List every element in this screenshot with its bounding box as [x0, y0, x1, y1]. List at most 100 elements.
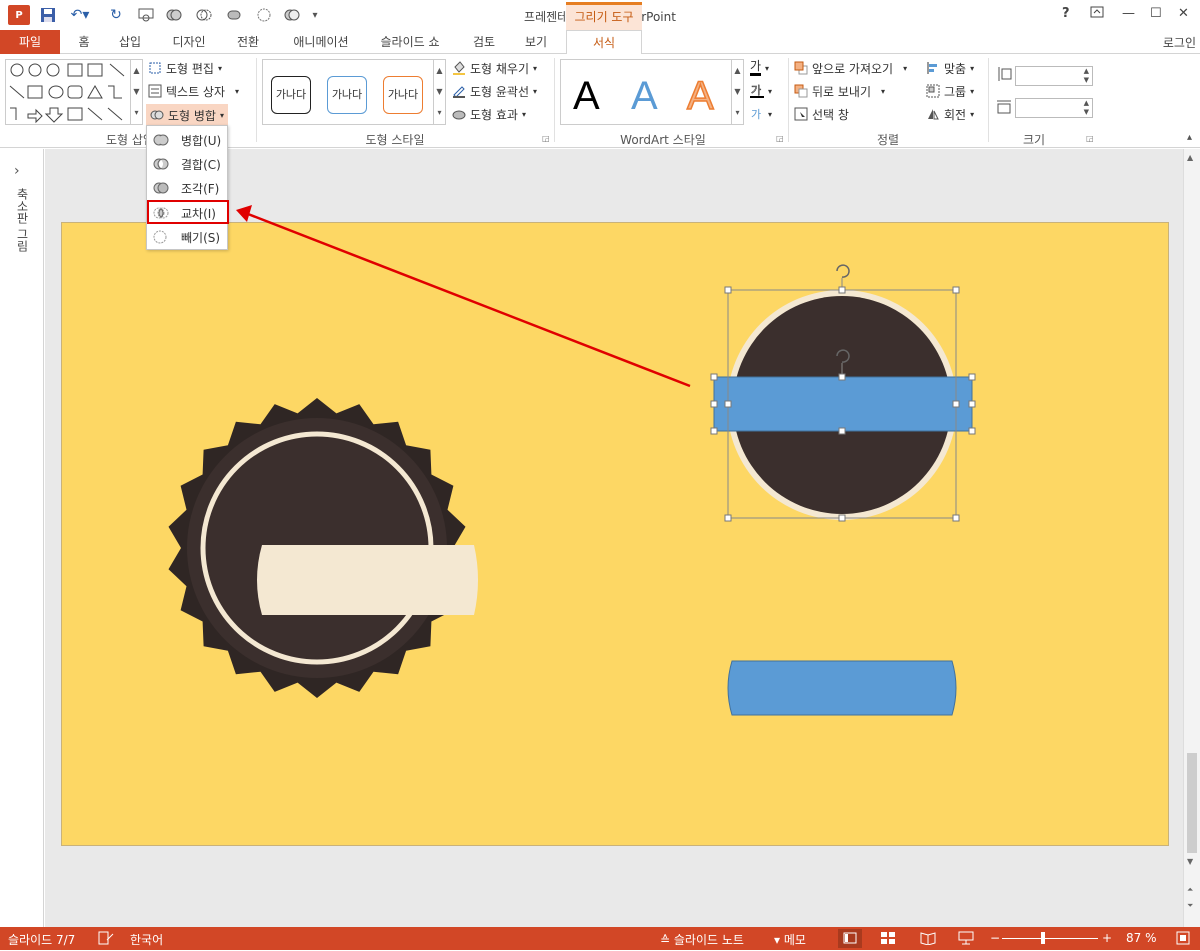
- rotate-button[interactable]: 회전 ▾: [926, 104, 974, 124]
- shape-height-input[interactable]: ▲ ▼: [1015, 66, 1093, 86]
- shapes-gallery[interactable]: ▲ ▼ ▾: [5, 59, 143, 125]
- text-effects-icon: 가: [750, 107, 764, 121]
- shape-fill-button[interactable]: 도형 채우기 ▾: [452, 58, 537, 78]
- subtract-icon: [153, 229, 169, 245]
- title-bar: P ↶▾ ↻ ▾ 프레젠테이션1 - PowerPoint 그리기 도구 ? —…: [0, 0, 1200, 30]
- scroll-down-icon[interactable]: ▼: [1187, 857, 1193, 866]
- wordart-gallery[interactable]: A A A ▲ ▼ ▾: [560, 59, 744, 125]
- shape-style-preset-3[interactable]: 가나다: [383, 76, 423, 114]
- wordart-style-orange[interactable]: A: [686, 72, 714, 120]
- fit-slide-icon[interactable]: [1176, 931, 1190, 948]
- tab-insert[interactable]: 삽입: [110, 30, 150, 54]
- intersect-result-shape[interactable]: [727, 660, 957, 716]
- bring-forward-button[interactable]: 앞으로 가져오기 ▾: [794, 58, 907, 78]
- comments-button[interactable]: ▾ 메모: [774, 931, 806, 948]
- slideshow-view-icon[interactable]: [958, 931, 974, 948]
- zoom-level[interactable]: 87 %: [1126, 931, 1157, 945]
- shape-styles-launcher-icon[interactable]: ◲: [542, 134, 550, 143]
- slide-canvas[interactable]: [61, 222, 1169, 846]
- reading-view-icon[interactable]: [920, 931, 936, 948]
- slide-counter[interactable]: 슬라이드 7/7: [8, 931, 75, 948]
- expand-thumbnails-icon[interactable]: ›: [14, 163, 20, 179]
- group-label-size: 크기: [1022, 133, 1046, 147]
- next-slide-icon[interactable]: ⏷: [1187, 901, 1193, 911]
- previous-slide-icon[interactable]: ⏶: [1187, 885, 1193, 895]
- tab-format[interactable]: 서식: [566, 30, 642, 55]
- wordart-launcher-icon[interactable]: ◲: [776, 134, 784, 143]
- help-icon[interactable]: ?: [1062, 6, 1070, 21]
- size-launcher-icon[interactable]: ◲: [1086, 134, 1094, 143]
- group-label-wordart: WordArt 스타일: [620, 133, 706, 147]
- shape-style-preset-2[interactable]: 가나다: [327, 76, 367, 114]
- thumbnails-label[interactable]: 축소판 그림: [14, 188, 31, 252]
- tab-file[interactable]: 파일: [0, 30, 60, 54]
- menu-item-union[interactable]: 병합(U): [148, 129, 226, 151]
- normal-view-icon[interactable]: [838, 929, 862, 948]
- wordart-style-blue[interactable]: A: [631, 72, 658, 120]
- ribbon-tabs: 파일 홈 삽입 디자인 전환 애니메이션 슬라이드 쇼 검토 보기 서식 로그인: [0, 30, 1200, 55]
- selection-pane-button[interactable]: 선택 창: [794, 104, 849, 124]
- tab-animations[interactable]: 애니메이션: [284, 30, 358, 54]
- group-button[interactable]: 그룹 ▾: [926, 81, 974, 101]
- shape-style-preset-1[interactable]: 가나다: [271, 76, 311, 114]
- menu-item-fragment[interactable]: 조각(F): [148, 177, 226, 199]
- pen-icon: [452, 84, 466, 98]
- align-icon: [926, 61, 940, 75]
- scroll-thumb[interactable]: [1187, 753, 1197, 853]
- shape-styles-gallery[interactable]: 가나다 가나다 가나다 ▲ ▼ ▾: [262, 59, 446, 125]
- zoom-out-icon[interactable]: −: [990, 931, 1000, 945]
- tab-slideshow[interactable]: 슬라이드 쇼: [372, 30, 448, 54]
- edit-shape-button[interactable]: 도형 편집 ▾: [148, 58, 222, 78]
- text-effects-button[interactable]: 가 ▾: [750, 104, 772, 124]
- zoom-slider-thumb[interactable]: [1041, 932, 1046, 944]
- menu-item-combine[interactable]: 결합(C): [148, 153, 226, 175]
- zoom-slider[interactable]: [1002, 938, 1098, 939]
- slide-sorter-icon[interactable]: [880, 931, 896, 948]
- shape-effects-button[interactable]: 도형 효과 ▾: [452, 104, 526, 124]
- vertical-scrollbar[interactable]: ▲ ▼ ⏶ ⏷: [1183, 149, 1200, 927]
- maximize-icon[interactable]: ☐: [1150, 6, 1162, 21]
- menu-item-subtract[interactable]: 빼기(S): [148, 226, 226, 248]
- blue-rectangle-shape[interactable]: [713, 376, 973, 432]
- shape-styles-scroll[interactable]: ▲ ▼ ▾: [433, 60, 445, 124]
- text-box-button[interactable]: 텍스트 상자 ▾: [148, 81, 239, 101]
- selection-pane-icon: [794, 107, 808, 121]
- tab-transitions[interactable]: 전환: [228, 30, 268, 54]
- drawing-tools-context-label: 그리기 도구: [566, 2, 642, 30]
- merge-shapes-icon: [150, 108, 164, 122]
- spell-check-icon[interactable]: [98, 931, 114, 948]
- shape-width-input[interactable]: ▲ ▼: [1015, 98, 1093, 118]
- merge-shapes-menu: 병합(U) 결합(C) 조각(F) 교차(I) 빼기(S): [146, 125, 229, 250]
- ribbon-display-icon[interactable]: [1090, 6, 1104, 22]
- rotate-icon: [926, 107, 940, 121]
- shapes-gallery-scroll[interactable]: ▲ ▼ ▾: [130, 60, 142, 124]
- tab-review[interactable]: 검토: [464, 30, 504, 54]
- edit-shape-icon: [148, 61, 162, 75]
- align-button[interactable]: 맞춤 ▾: [926, 58, 974, 78]
- minimize-icon[interactable]: —: [1122, 6, 1135, 21]
- text-fill-button[interactable]: 가 ▾: [750, 58, 769, 78]
- collapse-ribbon-icon[interactable]: ▴: [1187, 132, 1192, 143]
- tab-view[interactable]: 보기: [516, 30, 556, 54]
- text-outline-button[interactable]: 가 ▾: [750, 81, 772, 101]
- merge-shapes-button[interactable]: 도형 병합 ▾: [146, 104, 228, 126]
- shape-outline-button[interactable]: 도형 윤곽선 ▾: [452, 81, 537, 101]
- zoom-in-icon[interactable]: +: [1102, 931, 1112, 945]
- tab-home[interactable]: 홈: [72, 30, 96, 54]
- language-indicator[interactable]: 한국어: [130, 931, 163, 948]
- svg-text:가: 가: [751, 108, 761, 121]
- group-label-shape-styles: 도형 스타일: [365, 133, 425, 147]
- send-backward-button[interactable]: 뒤로 보내기 ▾: [794, 81, 885, 101]
- group-label-arrange: 정렬: [876, 133, 900, 147]
- login-link[interactable]: 로그인: [1163, 34, 1196, 51]
- wordart-style-black[interactable]: A: [573, 72, 600, 120]
- wordart-scroll[interactable]: ▲ ▼ ▾: [731, 60, 743, 124]
- tab-design[interactable]: 디자인: [164, 30, 214, 54]
- close-icon[interactable]: ✕: [1178, 6, 1189, 21]
- cream-ribbon-shape[interactable]: [257, 545, 478, 615]
- notes-button[interactable]: ≙ 슬라이드 노트: [660, 931, 744, 948]
- shape-height-icon: [996, 66, 1012, 85]
- group-icon: [926, 84, 940, 98]
- scroll-up-icon[interactable]: ▲: [1187, 153, 1193, 162]
- intersect-highlight-box: [147, 200, 229, 224]
